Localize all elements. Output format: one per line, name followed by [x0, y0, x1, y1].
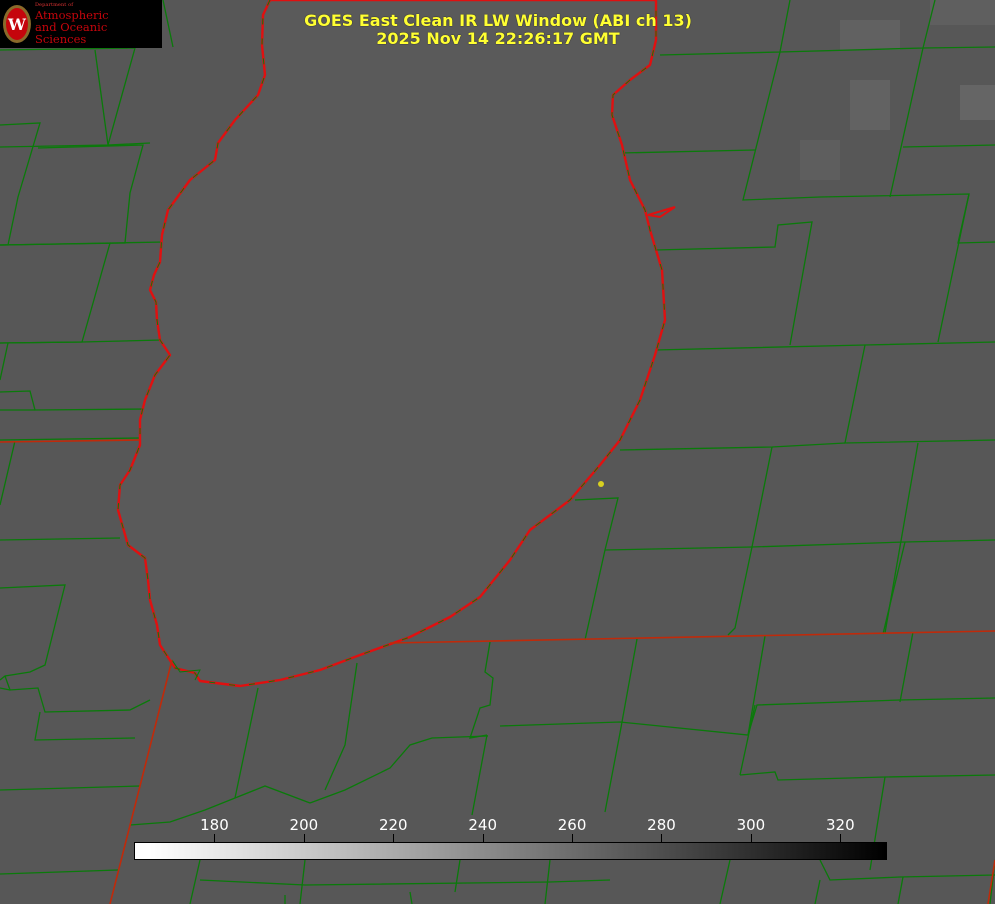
colorbar-tick-label: 260: [557, 816, 587, 834]
colorbar-tick-mark: [214, 834, 216, 842]
colorbar-tick-label: 180: [200, 816, 229, 834]
colorbar-tick-label: 240: [468, 816, 497, 834]
colorbar: [134, 842, 887, 860]
colorbar-tick-label: 200: [289, 816, 319, 834]
location-marker: [598, 481, 604, 487]
colorbar-tick-label: 280: [647, 816, 676, 834]
colorbar-tick-mark: [482, 834, 484, 842]
colorbar-tick-mark: [303, 834, 305, 842]
title-timestamp: 2025 Nov 14 22:26:17 GMT: [376, 29, 620, 48]
logo-text: Department of Atmospheric and Oceanic Sc…: [34, 3, 162, 46]
colorbar-tick-mark: [661, 834, 663, 842]
colorbar-tick-label: 320: [825, 816, 855, 834]
logo-line1: Atmospheric: [34, 7, 109, 22]
image-title: GOES East Clean IR LW Window (ABI ch 13)…: [248, 12, 748, 48]
colorbar-tick-mark: [572, 834, 574, 842]
colorbar-tick-label: 220: [378, 816, 408, 834]
colorbar-tick-mark: [393, 834, 395, 842]
logo-line2: and Oceanic Sciences: [34, 19, 108, 46]
map-canvas: [0, 0, 995, 904]
colorbar-tick-mark: [840, 834, 842, 842]
colorbar-tick-label: 300: [736, 816, 766, 834]
uw-crest-icon: W: [2, 5, 31, 43]
title-line-1: GOES East Clean IR LW Window (ABI ch 13): [304, 11, 692, 30]
colorbar-tick-mark: [750, 834, 752, 842]
uw-aos-logo: W Department of Atmospheric and Oceanic …: [0, 0, 162, 48]
svg-text:W: W: [7, 15, 27, 34]
satellite-image-view: W Department of Atmospheric and Oceanic …: [0, 0, 995, 904]
